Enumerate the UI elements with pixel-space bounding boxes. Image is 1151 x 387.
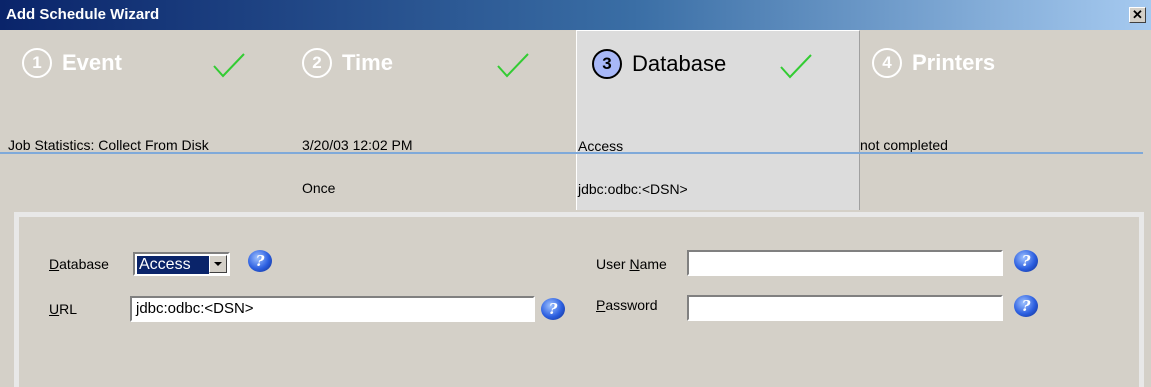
step-event[interactable]: 1 Event Job Statistics: Collect From Dis…: [0, 30, 290, 210]
help-icon[interactable]: ?: [248, 250, 272, 272]
step-number-badge: 3: [592, 49, 622, 79]
step-label: Event: [62, 50, 122, 75]
step-summary-line: jdbc:odbc:<DSN>: [578, 181, 688, 197]
step-label: Time: [342, 50, 393, 75]
wizard-steps: 1 Event Job Statistics: Collect From Dis…: [0, 30, 1151, 210]
password-input[interactable]: [687, 295, 1003, 321]
user-name-input[interactable]: [687, 250, 1003, 276]
url-input[interactable]: jdbc:odbc:<DSN>: [130, 296, 535, 322]
step-database[interactable]: 3 Database Access jdbc:odbc:<DSN>: [576, 30, 860, 210]
help-icon[interactable]: ?: [1014, 250, 1038, 272]
help-icon[interactable]: ?: [541, 298, 565, 320]
password-label: Password: [596, 297, 658, 313]
step-summary-line: not completed: [860, 137, 948, 153]
step-summary-line: Job Statistics: Collect From Disk: [8, 137, 209, 153]
help-icon[interactable]: ?: [1014, 295, 1038, 317]
close-button[interactable]: ✕: [1129, 7, 1146, 23]
close-icon: ✕: [1132, 7, 1143, 22]
url-label: URL: [49, 301, 78, 317]
checkmark-icon: [213, 53, 245, 78]
step-summary-line: 3/20/03 12:02 PM: [302, 137, 413, 153]
step-number-badge: 1: [22, 48, 52, 78]
step-label: Database: [632, 51, 727, 76]
checkmark-icon: [780, 54, 812, 79]
checkmark-icon: [497, 53, 529, 78]
step-number-badge: 4: [872, 48, 902, 78]
step-number-badge: 2: [302, 48, 332, 78]
step-label: Printers: [912, 50, 996, 75]
database-label: Database: [49, 256, 109, 272]
title-bar: Add Schedule Wizard ✕: [0, 0, 1151, 30]
step-printers[interactable]: 4 Printers not completed: [860, 30, 1151, 210]
step-summary-line: Once: [302, 180, 336, 196]
step-divider: [0, 152, 1143, 154]
database-select[interactable]: Access: [133, 252, 230, 276]
user-name-label: User Name: [596, 256, 667, 272]
window-title: Add Schedule Wizard: [6, 6, 160, 23]
step-time[interactable]: 2 Time 3/20/03 12:02 PM Once: [290, 30, 576, 210]
database-select-value: Access: [137, 256, 209, 274]
chevron-down-icon[interactable]: [209, 255, 227, 273]
